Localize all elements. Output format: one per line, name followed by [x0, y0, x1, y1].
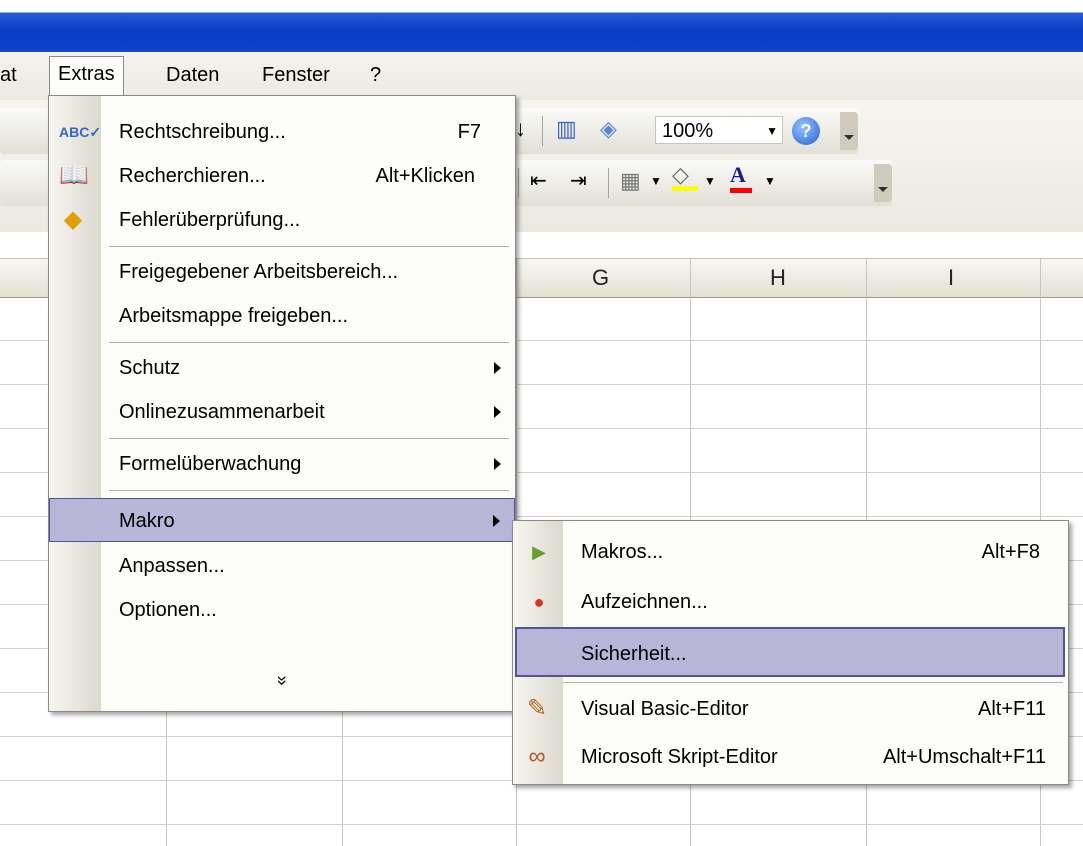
indent-decrease-icon[interactable]: ⇤ [530, 166, 547, 196]
borders-icon[interactable]: ▦ [620, 166, 641, 196]
chevron-down-icon[interactable]: ▼ [764, 166, 776, 196]
menu-format[interactable]: at [0, 60, 25, 90]
toolbar-separator [608, 168, 609, 198]
menu-help[interactable]: ? [362, 60, 389, 90]
column-header-i[interactable]: I [948, 265, 954, 291]
menu-item-makro[interactable]: Makro [49, 498, 515, 542]
column-header-h[interactable]: H [770, 265, 786, 291]
extras-menu: ABC✓ Rechtschreibung... F7 📖 Recherchier… [48, 95, 516, 712]
menu-item-schutz[interactable]: Schutz [49, 346, 515, 390]
spellcheck-icon: ABC✓ [59, 124, 102, 140]
window-title-bar [0, 0, 1083, 52]
menu-separator [109, 246, 509, 247]
menu-separator [109, 490, 509, 491]
column-header-g[interactable]: G [592, 265, 609, 291]
submenu-arrow-icon [494, 406, 501, 418]
help-icon[interactable]: ? [792, 117, 820, 145]
menu-separator [109, 342, 509, 343]
menu-item-freigegebener-arbeitsbereich[interactable]: Freigegebener Arbeitsbereich... [49, 250, 515, 294]
research-icon: 📖 [59, 162, 89, 189]
menu-item-rechtschreibung[interactable]: ABC✓ Rechtschreibung... F7 [49, 110, 515, 154]
menu-item-onlinezusammenarbeit[interactable]: Onlinezusammenarbeit [49, 390, 515, 434]
submenu-item-visual-basic-editor[interactable]: ✎ Visual Basic-Editor Alt+F11 [513, 684, 1068, 734]
sort-icon[interactable]: ↓ [515, 114, 526, 144]
chevron-down-icon[interactable]: ▼ [650, 166, 662, 196]
menu-separator [563, 682, 1063, 683]
menu-item-fehlerueberpruefung[interactable]: ◆ Fehlerüberprüfung... [49, 198, 515, 242]
chart-wizard-icon[interactable]: ▥ [556, 114, 577, 144]
menu-bar: at Extras Daten Fenster ? [0, 52, 1083, 103]
chevron-down-icon[interactable]: ▼ [704, 166, 716, 196]
toolbar-separator [542, 116, 543, 146]
indent-increase-icon[interactable]: ⇥ [570, 166, 587, 196]
makro-submenu: ▶ Makros... Alt+F8 ● Aufzeichnen... Sich… [512, 520, 1069, 785]
record-icon: ● [533, 592, 545, 612]
zoom-combobox[interactable]: 100% ▼ [655, 116, 783, 144]
script-editor-icon: ∞ [528, 743, 546, 770]
play-icon: ▶ [532, 542, 546, 562]
menu-item-optionen[interactable]: Optionen... [49, 588, 515, 632]
expand-menu-chevron-icon[interactable]: » [49, 670, 515, 691]
error-check-icon: ◆ [63, 206, 83, 233]
toolbar-grip[interactable] [874, 164, 892, 202]
vb-editor-icon: ✎ [526, 695, 548, 722]
submenu-arrow-icon [494, 458, 501, 470]
menu-fenster[interactable]: Fenster [254, 60, 338, 90]
menu-item-anpassen[interactable]: Anpassen... [49, 544, 515, 588]
drawing-icon[interactable]: ◈ [600, 114, 617, 144]
submenu-item-aufzeichnen[interactable]: ● Aufzeichnen... [513, 577, 1068, 627]
submenu-arrow-icon [494, 362, 501, 374]
chevron-down-icon[interactable]: ▼ [766, 117, 778, 145]
toolbar-grip[interactable] [840, 112, 858, 150]
submenu-item-makros[interactable]: ▶ Makros... Alt+F8 [513, 527, 1068, 577]
menu-item-formelueberwachung[interactable]: Formelüberwachung [49, 442, 515, 486]
submenu-item-sicherheit[interactable]: Sicherheit... [515, 627, 1065, 677]
zoom-value: 100% [662, 120, 714, 142]
grid-line [0, 824, 1083, 825]
menu-separator [109, 438, 509, 439]
toolbar-separator [518, 168, 519, 198]
font-color-icon[interactable]: A [730, 162, 752, 193]
menu-item-recherchieren[interactable]: 📖 Recherchieren... Alt+Klicken [49, 154, 515, 198]
submenu-item-skript-editor[interactable]: ∞ Microsoft Skript-Editor Alt+Umschalt+F… [513, 732, 1068, 782]
fill-color-icon[interactable]: ◇ [672, 164, 698, 191]
submenu-arrow-icon [493, 515, 500, 527]
menu-item-arbeitsmappe-freigeben[interactable]: Arbeitsmappe freigeben... [49, 294, 515, 338]
menu-daten[interactable]: Daten [158, 60, 227, 90]
